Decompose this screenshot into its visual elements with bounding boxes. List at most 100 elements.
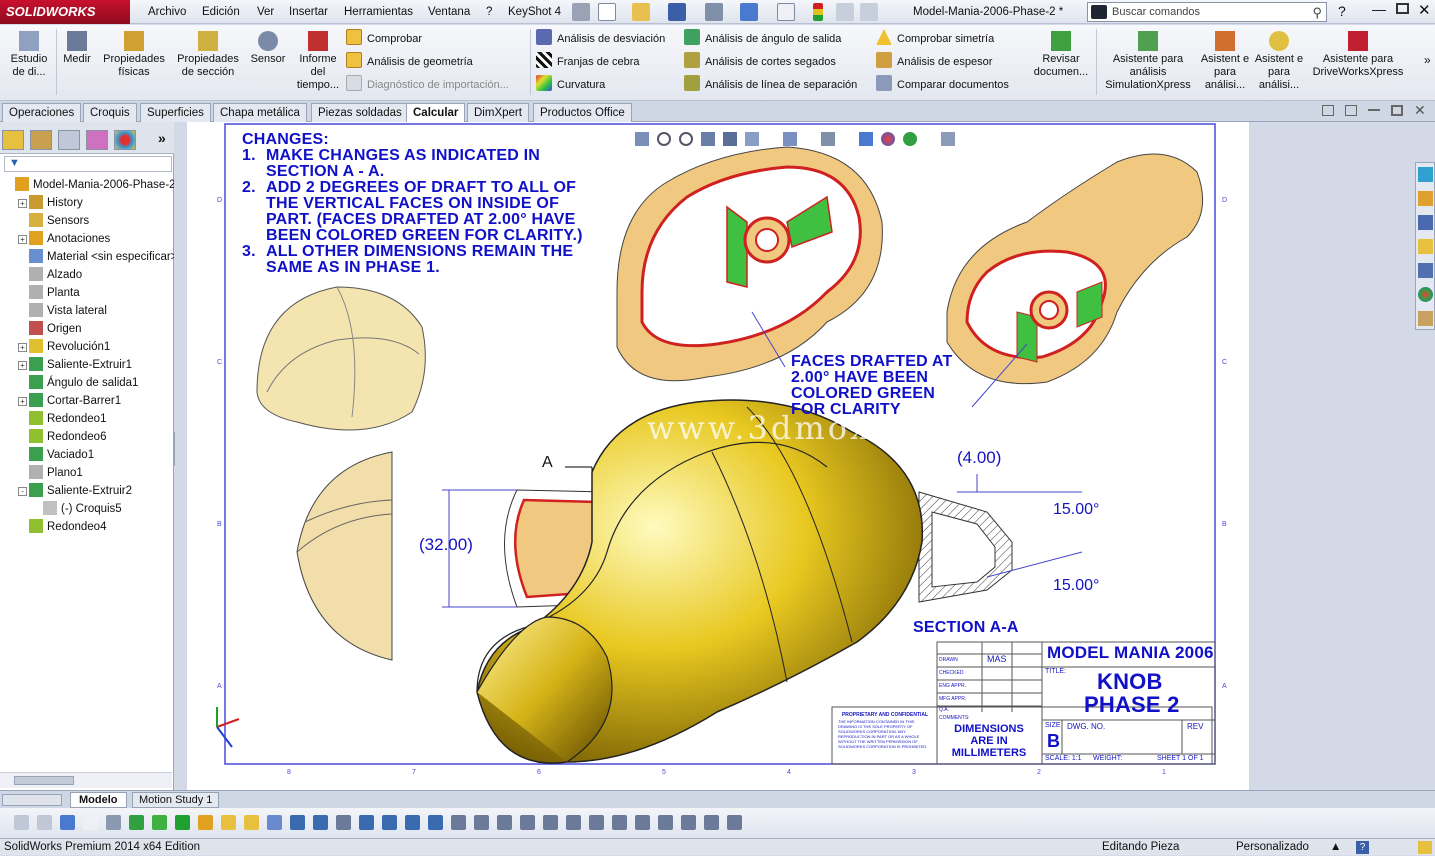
selection-tool-icon[interactable] bbox=[267, 815, 282, 830]
selection-tool-icon[interactable] bbox=[405, 815, 420, 830]
pin-icon[interactable] bbox=[572, 3, 590, 21]
ribbon-overflow-icon[interactable]: » bbox=[1424, 53, 1431, 67]
tree-item[interactable]: (-) Croquis5 bbox=[0, 500, 174, 518]
selection-tool-icon[interactable] bbox=[106, 815, 121, 830]
tree-filter-input[interactable]: ▼ bbox=[4, 156, 172, 172]
selection-tool-icon[interactable] bbox=[589, 815, 604, 830]
draft-analysis-button[interactable]: Análisis de ángulo de salida bbox=[684, 29, 857, 49]
help-status-icon[interactable]: ? bbox=[1356, 841, 1369, 854]
menu-insertar[interactable]: Insertar bbox=[289, 0, 328, 24]
selection-tool-icon[interactable] bbox=[635, 815, 650, 830]
expand-toggle-icon[interactable]: + bbox=[18, 361, 27, 370]
expand-toggle-icon[interactable] bbox=[18, 377, 27, 386]
scrollbar-thumb[interactable] bbox=[14, 776, 74, 785]
measure-button[interactable]: Medir bbox=[60, 31, 94, 66]
expand-toggle-icon[interactable]: + bbox=[18, 397, 27, 406]
configuration-manager-tab-icon[interactable] bbox=[58, 130, 80, 150]
expand-toggle-icon[interactable]: + bbox=[18, 199, 27, 208]
edit-appearance-icon[interactable] bbox=[881, 132, 895, 146]
thickness-analysis-button[interactable]: Análisis de espesor bbox=[876, 52, 1009, 72]
dfmxpress-button[interactable]: Asistent e para análisi... bbox=[1254, 31, 1304, 92]
expand-toggle-icon[interactable] bbox=[4, 179, 13, 188]
home-tab-icon[interactable] bbox=[1418, 191, 1433, 206]
tab-superficies[interactable]: Superficies bbox=[140, 103, 211, 122]
view-settings-icon[interactable] bbox=[941, 132, 955, 146]
tree-item[interactable]: + Saliente-Extruir1 bbox=[0, 356, 174, 374]
restore-window-icon[interactable] bbox=[1396, 3, 1409, 14]
menu-archivo[interactable]: Archivo bbox=[148, 0, 186, 24]
dynamic-annotation-icon[interactable] bbox=[745, 132, 759, 146]
expand-toggle-icon[interactable] bbox=[18, 449, 27, 458]
view-palette-tab-icon[interactable] bbox=[1418, 263, 1433, 278]
geometry-analysis-button[interactable]: Análisis de geometría bbox=[346, 52, 509, 72]
selection-tool-icon[interactable] bbox=[336, 815, 351, 830]
undercut-analysis-button[interactable]: Análisis de cortes segados bbox=[684, 52, 857, 72]
resources-tab-icon[interactable] bbox=[1418, 167, 1433, 182]
expand-toggle-icon[interactable]: - bbox=[18, 487, 27, 496]
tab-productos-office[interactable]: Productos Office bbox=[533, 103, 632, 122]
status-units[interactable]: Personalizado bbox=[1236, 839, 1309, 856]
tab-scroll-arrows[interactable] bbox=[2, 794, 62, 806]
selection-tool-icon[interactable] bbox=[359, 815, 374, 830]
selection-tool-icon[interactable] bbox=[658, 815, 673, 830]
tree-item[interactable]: Vaciado1 bbox=[0, 446, 174, 464]
symmetry-check-button[interactable]: Comprobar simetría bbox=[876, 29, 1009, 49]
doc-min-icon[interactable] bbox=[1368, 109, 1380, 111]
expand-toggle-icon[interactable] bbox=[18, 413, 27, 422]
menu-ventana[interactable]: Ventana bbox=[428, 0, 470, 24]
zebra-stripes-button[interactable]: Franjas de cebra bbox=[536, 52, 665, 72]
doc-tile-icon[interactable] bbox=[1345, 105, 1357, 116]
tab-chapa-metalica[interactable]: Chapa metálica bbox=[213, 103, 307, 122]
tree-item[interactable]: + Cortar-Barrer1 bbox=[0, 392, 174, 410]
check-button[interactable]: Comprobar bbox=[346, 29, 509, 49]
section-properties-button[interactable]: Propiedades de sección bbox=[174, 31, 242, 79]
selection-tool-icon[interactable] bbox=[60, 815, 75, 830]
display-manager-tab-icon[interactable] bbox=[114, 130, 136, 150]
tree-item[interactable]: + History bbox=[0, 194, 174, 212]
selection-tool-icon[interactable] bbox=[221, 815, 236, 830]
custom-properties-tab-icon[interactable] bbox=[1418, 311, 1433, 326]
tab-motion-study[interactable]: Motion Study 1 bbox=[132, 792, 220, 808]
tree-item[interactable]: Plano1 bbox=[0, 464, 174, 482]
review-document-button[interactable]: Revisar documen... bbox=[1032, 31, 1090, 79]
view-orientation-cube-icon[interactable] bbox=[783, 132, 797, 146]
section-view-icon[interactable] bbox=[723, 132, 737, 146]
tab-operaciones[interactable]: Operaciones bbox=[2, 103, 82, 122]
expand-toggle-icon[interactable] bbox=[18, 305, 27, 314]
selection-tool-icon[interactable] bbox=[244, 815, 259, 830]
selection-tool-icon[interactable] bbox=[129, 815, 144, 830]
menu-edicion[interactable]: Edición bbox=[202, 0, 240, 24]
selection-tool-icon[interactable] bbox=[14, 815, 29, 830]
parting-line-analysis-button[interactable]: Análisis de línea de separación bbox=[684, 75, 857, 95]
selection-tool-icon[interactable] bbox=[83, 815, 98, 830]
save-icon[interactable] bbox=[668, 3, 686, 21]
expand-toggle-icon[interactable] bbox=[18, 431, 27, 440]
expand-toggle-icon[interactable] bbox=[18, 287, 27, 296]
expand-toggle-icon[interactable] bbox=[18, 215, 27, 224]
tree-item[interactable]: Alzado bbox=[0, 266, 174, 284]
expand-toggle-icon[interactable] bbox=[18, 521, 27, 530]
selection-tool-icon[interactable] bbox=[474, 815, 489, 830]
search-commands-input[interactable]: Buscar comandos ⚲ bbox=[1087, 2, 1327, 22]
selection-tool-icon[interactable] bbox=[704, 815, 719, 830]
selection-tool-icon[interactable] bbox=[497, 815, 512, 830]
search-icon[interactable]: ⚲ bbox=[1312, 4, 1322, 22]
file-properties-icon[interactable] bbox=[836, 3, 854, 21]
selection-tool-icon[interactable] bbox=[152, 815, 167, 830]
select-arrow-icon[interactable] bbox=[777, 3, 795, 21]
selection-tool-icon[interactable] bbox=[313, 815, 328, 830]
tab-modelo[interactable]: Modelo bbox=[70, 792, 127, 808]
rebuild-traffic-light-icon[interactable] bbox=[813, 3, 823, 21]
tree-item[interactable]: Redondeo4 bbox=[0, 518, 174, 536]
selection-tool-icon[interactable] bbox=[37, 815, 52, 830]
tree-item[interactable]: Vista lateral bbox=[0, 302, 174, 320]
selection-tool-icon[interactable] bbox=[566, 815, 581, 830]
menu-herramientas[interactable]: Herramientas bbox=[344, 0, 413, 24]
expand-tabs-icon[interactable]: » bbox=[158, 130, 166, 146]
design-library-tab-icon[interactable] bbox=[1418, 215, 1433, 230]
doc-minimize-icon[interactable] bbox=[1322, 105, 1334, 116]
design-study-button[interactable]: Estudio de di... bbox=[4, 31, 54, 79]
options-icon[interactable] bbox=[860, 3, 878, 21]
selection-tool-icon[interactable] bbox=[175, 815, 190, 830]
menu-ver[interactable]: Ver bbox=[257, 0, 274, 24]
